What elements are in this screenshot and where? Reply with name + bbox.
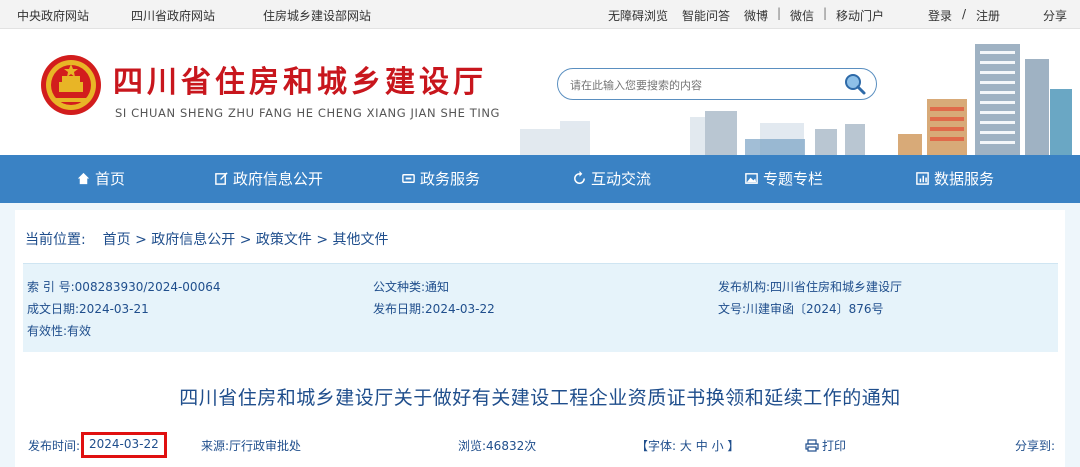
share-to: 分享到: bbox=[1015, 439, 1056, 453]
chart-icon bbox=[916, 172, 929, 185]
nav-label: 互动交流 bbox=[591, 170, 652, 188]
meta-published-date: 发布日期:2024-03-22 bbox=[373, 302, 495, 316]
font-size-control: 【字体: 大 中 小 】 bbox=[636, 437, 739, 454]
breadcrumb: 当前位置: 首页 > 政府信息公开 > 政策文件 > 其他文件 bbox=[25, 229, 389, 249]
main-nav: 首页 政府信息公开 政务服务 互动交流 专题专栏 数据服务 bbox=[0, 155, 1080, 203]
nav-label: 专题专栏 bbox=[763, 170, 824, 188]
register-link[interactable]: 注册 bbox=[976, 7, 1000, 24]
login-link[interactable]: 登录 bbox=[928, 7, 952, 24]
nav-label: 数据服务 bbox=[934, 170, 995, 188]
image-icon bbox=[745, 173, 758, 184]
refresh-icon bbox=[574, 171, 585, 184]
article-source: 来源:厅行政审批处 bbox=[201, 439, 302, 453]
font-label: 【字体: bbox=[636, 439, 677, 453]
link-weibo[interactable]: 微博 bbox=[744, 7, 768, 24]
breadcrumb-gov-info[interactable]: 政府信息公开 bbox=[151, 232, 235, 248]
site-title-en: SI CHUAN SHENG ZHU FANG HE CHENG XIANG J… bbox=[115, 106, 501, 120]
login-register-slash: / bbox=[962, 7, 967, 21]
link-sichuan-gov[interactable]: 四川省政府网站 bbox=[131, 7, 215, 24]
meta-validity: 有效性:有效 bbox=[27, 324, 92, 338]
article-info-bar: 发布时间: 2024-03-22 来源:厅行政审批处 浏览:46832次 【字体… bbox=[15, 432, 1065, 462]
breadcrumb-policy-docs[interactable]: 政策文件 bbox=[256, 232, 312, 248]
pub-date: 2024-03-22 bbox=[89, 437, 159, 451]
document-metadata: 索 引 号:008283930/2024-00064 公文种类:通知 发布机构:… bbox=[23, 263, 1058, 352]
nav-item-topics[interactable]: 专题专栏 bbox=[744, 168, 823, 189]
breadcrumb-sep: > bbox=[239, 232, 252, 248]
meta-doc-no: 文号:川建审函〔2024〕876号 bbox=[718, 302, 884, 316]
breadcrumb-sep: > bbox=[316, 232, 329, 248]
nav-item-data[interactable]: 数据服务 bbox=[915, 168, 994, 189]
national-emblem-logo bbox=[41, 55, 101, 115]
font-large-button[interactable]: 大 bbox=[680, 439, 692, 453]
link-ai-qa[interactable]: 智能问答 bbox=[682, 7, 730, 24]
nav-item-interaction[interactable]: 互动交流 bbox=[572, 168, 651, 189]
divider: | bbox=[823, 6, 828, 20]
font-small-button[interactable]: 小 bbox=[712, 439, 724, 453]
print-button[interactable]: 打印 bbox=[805, 437, 846, 454]
meta-index-no: 索 引 号:008283930/2024-00064 bbox=[27, 280, 221, 294]
link-accessible[interactable]: 无障碍浏览 bbox=[608, 7, 668, 24]
link-central-gov[interactable]: 中央政府网站 bbox=[17, 7, 89, 24]
breadcrumb-sep: > bbox=[135, 232, 147, 248]
pub-time-label: 发布时间: bbox=[28, 439, 81, 453]
nav-item-services[interactable]: 政务服务 bbox=[401, 168, 480, 189]
meta-doc-type: 公文种类:通知 bbox=[373, 280, 450, 294]
site-title: 四川省住房和城乡建设厅 bbox=[113, 65, 487, 100]
share-link[interactable]: 分享 bbox=[1043, 7, 1067, 24]
meta-created-date: 成文日期:2024-03-21 bbox=[27, 302, 149, 316]
view-count: 浏览:46832次 bbox=[458, 439, 537, 453]
nav-label: 政府信息公开 bbox=[233, 170, 324, 188]
top-bar: 中央政府网站 四川省政府网站 住房城乡建设部网站 无障碍浏览 智能问答 微博 |… bbox=[0, 0, 1080, 29]
font-label-end: 】 bbox=[727, 439, 740, 453]
meta-issuer: 发布机构:四川省住房和城乡建设厅 bbox=[718, 280, 903, 294]
monitor-icon bbox=[402, 174, 415, 183]
nav-item-gov-info[interactable]: 政府信息公开 bbox=[214, 168, 323, 189]
nav-item-home[interactable]: 首页 bbox=[76, 168, 125, 189]
home-icon bbox=[77, 172, 90, 185]
breadcrumb-home[interactable]: 首页 bbox=[103, 232, 131, 248]
search-input[interactable] bbox=[568, 75, 832, 95]
article-panel: 当前位置: 首页 > 政府信息公开 > 政策文件 > 其他文件 索 引 号:00… bbox=[15, 210, 1065, 467]
print-label: 打印 bbox=[822, 439, 847, 453]
nav-label: 首页 bbox=[95, 170, 126, 188]
search-icon[interactable] bbox=[842, 71, 868, 97]
link-mohurd[interactable]: 住房城乡建设部网站 bbox=[263, 7, 371, 24]
link-wechat[interactable]: 微信 bbox=[790, 7, 814, 24]
print-icon bbox=[805, 439, 819, 452]
link-mobile[interactable]: 移动门户 bbox=[836, 7, 884, 24]
divider: | bbox=[777, 6, 782, 20]
font-medium-button[interactable]: 中 bbox=[696, 439, 708, 453]
nav-label: 政务服务 bbox=[420, 170, 481, 188]
search-box bbox=[557, 68, 877, 100]
breadcrumb-label: 当前位置: bbox=[25, 232, 86, 248]
edit-icon bbox=[215, 172, 228, 185]
article-title: 四川省住房和城乡建设厅关于做好有关建设工程企业资质证书换领和延续工作的通知 bbox=[179, 387, 901, 409]
breadcrumb-other-docs[interactable]: 其他文件 bbox=[333, 232, 389, 248]
site-header: 四川省住房和城乡建设厅 SI CHUAN SHENG ZHU FANG HE C… bbox=[0, 29, 1080, 155]
